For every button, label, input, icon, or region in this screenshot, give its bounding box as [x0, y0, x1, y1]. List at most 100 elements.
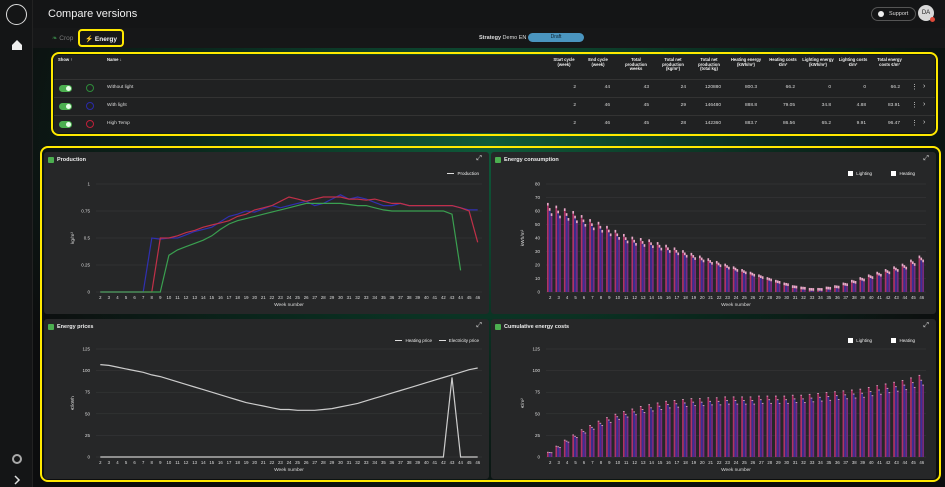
x-axis-label: Week number: [721, 302, 751, 308]
x-tick-label: 32: [355, 460, 360, 465]
x-tick-label: 41: [432, 295, 437, 300]
lighting-bar: [580, 429, 583, 431]
x-tick-label: 22: [269, 295, 274, 300]
heating-bar: [592, 230, 595, 292]
heating-bar: [778, 403, 781, 457]
x-tick-label: 11: [624, 460, 629, 465]
tab-energy[interactable]: ⚡ Energy: [78, 29, 124, 47]
status-badge[interactable]: Draft: [528, 33, 584, 42]
lighting-bar: [690, 252, 693, 256]
x-tick-label: 34: [372, 460, 377, 465]
lighting-bar: [548, 208, 551, 211]
lighting-bar: [614, 413, 617, 415]
header-name[interactable]: Name ↓: [107, 57, 122, 63]
gear-icon[interactable]: [10, 452, 24, 466]
lighting-bar: [895, 386, 897, 388]
heating-bar: [795, 288, 798, 292]
avatar[interactable]: DA: [918, 5, 935, 22]
heating-bar: [854, 283, 857, 292]
lighting-bar: [753, 403, 756, 405]
chevron-right-icon[interactable]: [10, 473, 24, 487]
x-tick-label: 19: [691, 295, 696, 300]
heating-bar: [711, 405, 713, 457]
lighting-bar: [800, 286, 803, 290]
heating-bar: [886, 388, 889, 457]
table-row[interactable]: Without light 2 44 43 24 120880 800.3 66.2 0 0 66.…: [54, 79, 935, 96]
more-options-icon[interactable]: ⋮: [911, 101, 918, 109]
chevron-right-icon[interactable]: ›: [923, 101, 925, 108]
heating-bar: [922, 262, 924, 292]
heating-bar: [711, 264, 713, 292]
heating-bar: [557, 213, 559, 292]
heating-bar: [911, 383, 914, 457]
lighting-bar: [673, 399, 676, 401]
y-tick-label: 1: [87, 182, 90, 187]
heating-bar: [626, 243, 629, 292]
x-tick-label: 25: [295, 295, 300, 300]
heating-bar: [812, 290, 815, 292]
row-heat_c: 86.56: [782, 121, 795, 126]
lighting-bar: [694, 257, 696, 260]
lighting-bar: [709, 400, 711, 402]
x-tick-label: 16: [218, 295, 223, 300]
lighting-bar: [825, 286, 828, 290]
lighting-bar: [555, 445, 558, 447]
heating-bar: [732, 269, 735, 292]
heating-bar: [741, 397, 743, 457]
lighting-bar: [819, 288, 821, 291]
more-options-icon[interactable]: ⋮: [911, 119, 918, 127]
heating-bar: [652, 411, 654, 457]
y-tick-label: 0: [87, 455, 90, 460]
support-button[interactable]: Support: [871, 7, 917, 21]
show-toggle[interactable]: [59, 121, 72, 128]
heating-bar: [842, 285, 845, 292]
row-end: 46: [604, 103, 610, 108]
header-show[interactable]: Show ↑: [58, 57, 72, 63]
heating-bar: [861, 393, 863, 457]
lighting-bar: [896, 390, 899, 392]
heating-bar: [597, 421, 600, 457]
heating-bar: [709, 401, 711, 457]
heating-bar: [631, 239, 634, 292]
show-toggle[interactable]: [59, 103, 72, 110]
heating-bar: [775, 396, 777, 457]
show-toggle[interactable]: [59, 85, 72, 92]
heating-bar: [878, 275, 880, 292]
heating-bar: [700, 260, 703, 292]
lighting-bar: [835, 395, 838, 397]
lighting-bar: [880, 393, 882, 395]
lighting-bar: [804, 286, 806, 290]
row-heat_e: 888.8: [744, 103, 757, 108]
x-tick-label: 21: [261, 460, 266, 465]
lighting-bar: [665, 400, 667, 402]
row-cost: 96.47: [887, 121, 900, 126]
lighting-bar: [778, 402, 781, 404]
x-tick-label: 40: [424, 295, 429, 300]
chevron-right-icon[interactable]: ›: [923, 119, 925, 126]
row-net: 29: [680, 103, 686, 108]
lighting-bar: [607, 419, 610, 421]
lighting-bar: [547, 451, 549, 453]
heating-bar: [743, 272, 745, 292]
x-axis-label: Week number: [274, 467, 304, 473]
more-options-icon[interactable]: ⋮: [911, 83, 918, 91]
lighting-bar: [761, 276, 764, 279]
lighting-bar: [702, 405, 705, 407]
table-row[interactable]: High Temp 2 46 45 28 142360 883.7 86.56 65.2 9.91…: [54, 115, 935, 132]
home-icon[interactable]: [10, 38, 24, 52]
heating-bar: [759, 278, 762, 292]
row-light_c: 9.91: [856, 121, 866, 126]
table-row[interactable]: With light 2 46 45 29 146480 888.8 79.05 34.8 4.8…: [54, 97, 935, 114]
tab-crop[interactable]: ❧ Crop: [48, 32, 77, 44]
heating-bar: [736, 404, 739, 457]
app-logo-icon[interactable]: [6, 4, 27, 25]
x-tick-label: 28: [767, 460, 772, 465]
heating-bar: [852, 283, 855, 292]
lighting-bar: [785, 282, 787, 286]
chevron-right-icon[interactable]: ›: [923, 83, 925, 90]
heating-bar: [820, 290, 823, 292]
heating-bar: [599, 228, 602, 292]
lighting-bar: [624, 413, 627, 415]
x-tick-label: 38: [407, 295, 412, 300]
x-tick-label: 29: [776, 295, 781, 300]
